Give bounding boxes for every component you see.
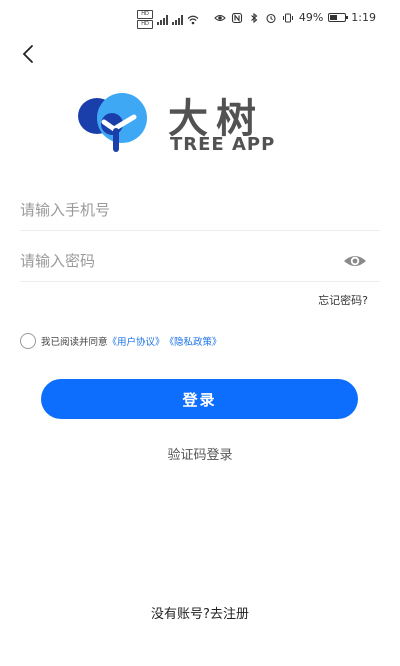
agreement-text: 我已阅读并同意 [41,337,108,348]
chevron-left-icon [22,45,33,63]
privacy-policy-link[interactable]: 《隐私政策》 [165,334,222,348]
tree-logo-icon [78,93,147,152]
sms-code-login-link[interactable]: 验证码登录 [0,444,400,463]
user-agreement-link[interactable]: 《用户协议》 [108,334,165,348]
agreement-row: 我已阅读并同意 《用户协议》 《隐私政策》 [20,333,222,349]
status-bar-right: 49% 1:19 [214,11,376,24]
battery-icon [328,13,349,22]
status-bar-left: HD HD [137,10,199,29]
wifi-icon [187,15,199,24]
bluetooth-icon [250,12,258,23]
vibrate-icon [282,13,293,22]
login-button[interactable]: 登录 [41,379,358,419]
battery-level [330,15,338,20]
status-bar: HD HD 49% 1:19 [0,0,400,36]
alarm-icon [266,13,276,23]
forgot-password-link[interactable]: 忘记密码? [318,292,368,308]
agreement-checkbox[interactable] [20,333,36,349]
app-logo: 大树 TREE APP [78,90,328,156]
nfc-icon [231,12,242,23]
eye-comfort-icon [214,14,226,21]
sim-hd-icon: HD HD [137,10,153,29]
phone-input[interactable] [20,191,320,229]
password-field-row [20,242,380,282]
phone-field-row [20,191,380,231]
toggle-password-visibility-button[interactable] [342,252,368,270]
register-link[interactable]: 没有账号?去注册 [0,603,400,622]
back-button[interactable] [18,40,42,68]
password-input[interactable] [20,242,320,280]
logo-title-en: TREE APP [170,134,276,155]
clock: 1:19 [351,11,376,24]
signal-4g-icon [157,14,168,25]
eye-icon [344,256,366,266]
battery-percent: 49% [298,11,324,24]
signal-5g-icon [172,14,183,25]
